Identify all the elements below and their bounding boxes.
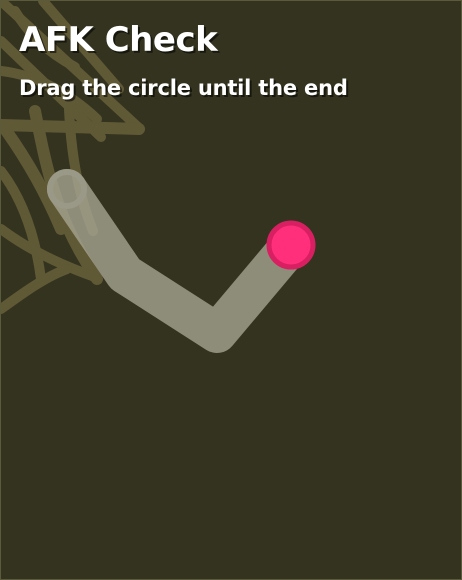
page-title: AFK Check bbox=[19, 20, 218, 60]
instruction-text: Drag the circle until the end bbox=[19, 76, 348, 100]
drag-handle-icon[interactable] bbox=[266, 220, 316, 270]
game-window: AFK Check Drag the circle until the end bbox=[0, 0, 462, 580]
drag-path bbox=[47, 169, 311, 353]
